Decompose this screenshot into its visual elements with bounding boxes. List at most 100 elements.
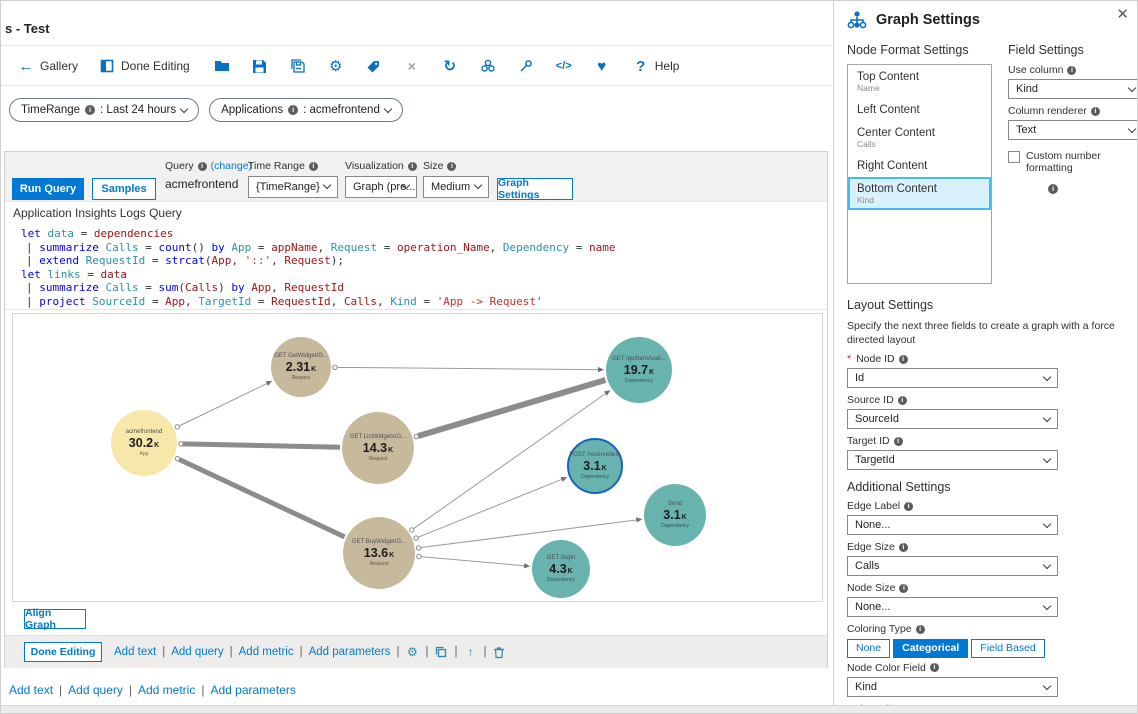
node-value-number: 2.31	[286, 360, 310, 374]
toolbar-save-all-button[interactable]	[282, 54, 314, 78]
chevron-down-icon	[323, 181, 331, 189]
node-value-unit: K	[311, 366, 316, 373]
graph-node-getw[interactable]: GET GetWidget/G...2.31KRequest	[271, 337, 331, 397]
graph-node-buyw[interactable]: GET BuyWidget/G...13.6KRequest	[343, 517, 415, 589]
time-range-value: {TimeRange}	[256, 181, 320, 193]
visualization-select[interactable]: Graph (pre...	[345, 176, 417, 198]
coloring-type-categorical-button[interactable]: Categorical	[893, 639, 968, 658]
custom-number-formatting-info-icon[interactable]	[1048, 184, 1058, 194]
edge-label-label: Edge Label	[847, 500, 900, 512]
node-value: 19.7K	[624, 363, 654, 377]
copy-icon[interactable]	[434, 645, 448, 659]
code-icon: </>	[555, 57, 573, 75]
parameter-pill-applications[interactable]: Applications: acmefrontend	[209, 98, 403, 122]
add-parameters-link[interactable]: Add parameters	[210, 683, 295, 697]
node-format-item-center-content[interactable]: Center ContentCalls	[848, 121, 991, 154]
toolbar-code-button[interactable]: </>	[548, 54, 580, 78]
node-color-field-select[interactable]: Kind	[847, 677, 1058, 697]
node-format-item-left-content[interactable]: Left Content	[848, 98, 991, 121]
help-button[interactable]: ? Help	[624, 54, 688, 78]
size-select[interactable]: Medium	[423, 176, 489, 198]
node-format-item-top-content[interactable]: Top ContentName	[848, 65, 991, 98]
toolbar-heart-button[interactable]: ♥	[586, 54, 618, 78]
time-range-select[interactable]: {TimeRange}	[248, 176, 338, 198]
change-query-link[interactable]: (change)	[211, 160, 252, 172]
done-editing-label: Done Editing	[121, 59, 190, 73]
coloring-type-info-icon[interactable]	[916, 625, 925, 634]
edge-label-select[interactable]: None...	[847, 515, 1058, 535]
node-value-unit: K	[389, 552, 394, 559]
node-color-field-info-icon[interactable]	[930, 663, 939, 672]
parameter-pill-timerange[interactable]: TimeRange: Last 24 hours	[9, 98, 199, 122]
toolbar-folder-button[interactable]	[206, 54, 238, 78]
query-info-icon[interactable]	[198, 162, 207, 171]
node-format-item-label: Center Content	[857, 127, 982, 139]
node-size-info-icon[interactable]	[899, 584, 908, 593]
node-label: GET GetWidget/G...	[274, 353, 328, 359]
add-metric-link[interactable]: Add metric	[239, 646, 294, 658]
add-parameters-link[interactable]: Add parameters	[309, 646, 391, 658]
node-format-item-right-content[interactable]: Right Content	[848, 154, 991, 177]
size-info-icon[interactable]	[447, 162, 456, 171]
add-metric-link[interactable]: Add metric	[138, 683, 195, 697]
node-id-label: Node ID	[856, 353, 895, 365]
toolbar-close-button[interactable]: ×	[396, 54, 428, 78]
info-icon	[288, 105, 298, 115]
gear-icon[interactable]: ⚙	[405, 645, 419, 659]
samples-button[interactable]: Samples	[92, 178, 156, 200]
node-size-label: Node Size	[847, 582, 895, 594]
pill-value: : Last 24 hours	[100, 104, 176, 116]
node-size-select[interactable]: None...	[847, 597, 1058, 617]
workbook-item: Run Query Samples Query (change) acmefro…	[4, 151, 828, 668]
source-id-label: Source ID	[847, 394, 894, 406]
graph-node-reserve[interactable]: POST /reserveItem3.1KDependency	[567, 438, 623, 494]
graph-node-listw[interactable]: GET ListWidgets/G...14.3KRequest	[342, 412, 414, 484]
toolbar-refresh-button[interactable]: ↻	[434, 54, 466, 78]
column-renderer-info-icon[interactable]	[1091, 107, 1100, 116]
graph-node-fe[interactable]: acmefrontend30.2KApp	[111, 410, 177, 476]
add-text-link[interactable]: Add text	[114, 646, 156, 658]
source-id-info-icon[interactable]	[898, 396, 907, 405]
close-icon[interactable]: ✕	[1116, 7, 1129, 22]
node-format-item-bottom-content[interactable]: Bottom ContentKind	[848, 177, 991, 210]
target-id-select[interactable]: TargetId	[847, 450, 1058, 470]
use-column-select[interactable]: Kind	[1008, 79, 1138, 99]
column-renderer-select[interactable]: Text	[1008, 120, 1138, 140]
add-query-link[interactable]: Add query	[171, 646, 223, 658]
query-type-label: Application Insights Logs Query	[5, 202, 827, 224]
source-id-select[interactable]: SourceId	[847, 409, 1058, 429]
edge-size-info-icon[interactable]	[899, 543, 908, 552]
align-graph-button[interactable]: Align Graph	[24, 609, 86, 629]
coloring-type-field-based-button[interactable]: Field Based	[971, 639, 1044, 658]
graph-node-itemavail[interactable]: GET /getItemAvail...19.7KDependency	[606, 337, 672, 403]
toolbar-tag-button[interactable]	[358, 54, 390, 78]
done-editing-toolbar-button[interactable]: Done Editing	[90, 54, 198, 78]
edge-label-info-icon[interactable]	[904, 502, 913, 511]
code-line: | project SourceId = App, TargetId = Req…	[21, 295, 827, 309]
coloring-type-none-button[interactable]: None	[847, 639, 890, 658]
toolbar-pin-button[interactable]	[510, 54, 542, 78]
toolbar-group-button[interactable]	[472, 54, 504, 78]
node-id-info-icon[interactable]	[899, 355, 908, 364]
add-text-link[interactable]: Add text	[9, 683, 53, 697]
toolbar-save-button[interactable]	[244, 54, 276, 78]
edge-size-select[interactable]: Calls	[847, 556, 1058, 576]
arrow-up-icon[interactable]: ↑	[463, 645, 477, 659]
use-column-info-icon[interactable]	[1067, 66, 1076, 75]
custom-number-formatting-checkbox[interactable]	[1008, 151, 1020, 163]
done-editing-item-button[interactable]: Done Editing	[24, 642, 102, 662]
target-id-info-icon[interactable]	[894, 437, 903, 446]
kql-code-editor[interactable]: let data = dependencies| summarize Calls…	[5, 224, 827, 310]
run-query-button[interactable]: Run Query	[12, 178, 84, 200]
group-icon	[479, 57, 497, 75]
gallery-button[interactable]: ← Gallery	[9, 54, 86, 78]
time-range-info-icon[interactable]	[309, 162, 318, 171]
node-id-select[interactable]: Id	[847, 368, 1058, 388]
add-query-link[interactable]: Add query	[68, 683, 123, 697]
toolbar-gear-button[interactable]: ⚙	[320, 54, 352, 78]
graph-node-login[interactable]: GET /login4.3KDependency	[532, 540, 590, 598]
visualization-info-icon[interactable]	[408, 162, 417, 171]
graph-settings-button[interactable]: Graph Settings	[497, 178, 573, 200]
graph-node-send[interactable]: Send3.1KDependency	[644, 484, 706, 546]
trash-icon[interactable]	[492, 645, 506, 659]
